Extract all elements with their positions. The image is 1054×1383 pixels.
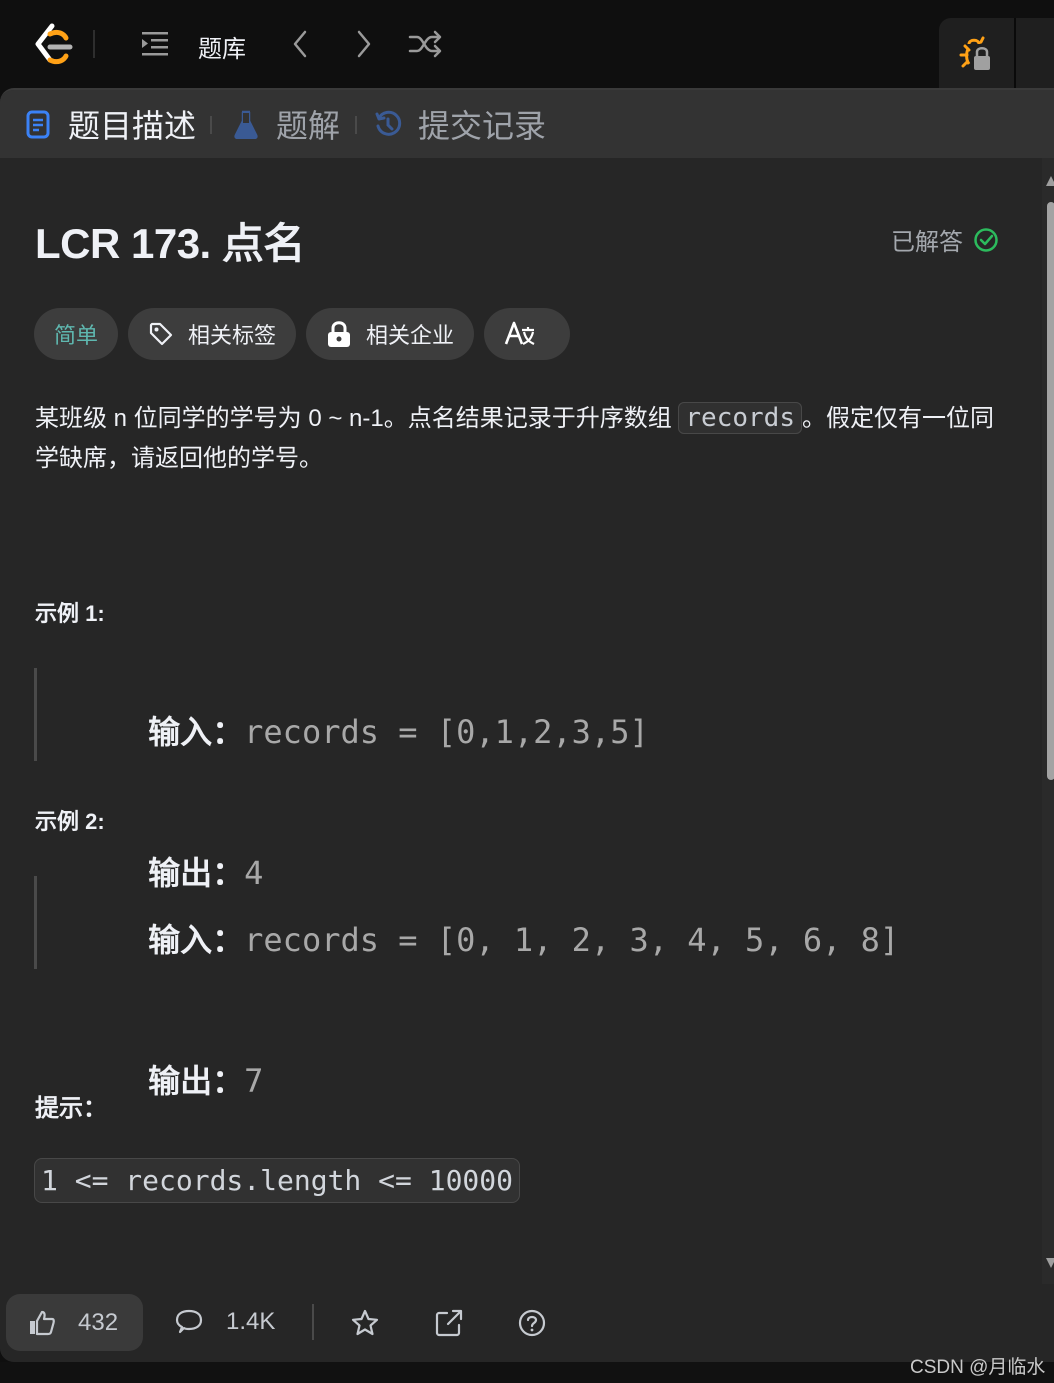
example-1-block: 输入：records = [0,1,2,3,5] 输出：4 — [34, 668, 649, 892]
solved-status: 已解答 — [891, 222, 999, 257]
like-button[interactable]: 432 — [6, 1294, 143, 1351]
chevron-right-icon[interactable] — [350, 28, 378, 60]
problem-bank-link[interactable]: 题库 — [198, 29, 246, 64]
example-2-label: 示例 2: — [35, 809, 105, 834]
tab-separator — [210, 116, 212, 134]
tab-description-label: 题目描述 — [68, 108, 197, 144]
problem-chips: 简单 相关标签 相关企业 — [34, 308, 571, 360]
example-1-input-key: 输入： — [148, 714, 245, 750]
tab-submissions-label: 提交记录 — [418, 108, 547, 144]
debug-button[interactable] — [939, 18, 1014, 93]
tab-submissions[interactable]: 提交记录 — [374, 104, 546, 144]
document-icon — [26, 110, 50, 139]
example-2-output-value: 7 — [244, 1062, 264, 1100]
hints-label: 提示： — [35, 1095, 107, 1122]
bug-lock-icon — [959, 36, 990, 70]
action-divider — [312, 1304, 314, 1340]
star-icon[interactable] — [350, 1308, 380, 1338]
example-2-input-key: 输入： — [148, 922, 245, 958]
example-1-label: 示例 1: — [35, 601, 105, 626]
scroll-down-arrow-icon[interactable] — [1046, 1258, 1054, 1268]
example-1-input-value: records = [0,1,2,3,5] — [244, 713, 649, 751]
tag-icon — [149, 322, 173, 346]
leetcode-logo[interactable] — [30, 22, 76, 68]
chevron-left-icon[interactable] — [286, 28, 314, 60]
comment-icon — [175, 1309, 203, 1334]
flask-icon — [234, 110, 258, 139]
related-companies-button[interactable]: 相关企业 — [306, 308, 475, 360]
comment-count: 1.4K — [226, 1308, 276, 1335]
tab-solutions-label: 题解 — [276, 108, 341, 144]
toolbar-extra — [1016, 18, 1054, 93]
check-circle-icon — [974, 227, 998, 252]
related-tags-label: 相关标签 — [188, 323, 277, 348]
inline-code-records: records — [678, 402, 802, 434]
lock-icon — [328, 321, 351, 347]
scrollbar-thumb[interactable] — [1047, 202, 1054, 780]
translate-icon — [504, 321, 535, 345]
top-nav: 题库 — [0, 0, 1054, 93]
difficulty-badge: 简单 — [34, 308, 119, 360]
problem-panel: 题目描述 题解 提交记录 LCR 173. 点名 已解答 简单 相关标签 相关企… — [0, 88, 1054, 1362]
scroll-up-arrow-icon[interactable] — [1046, 176, 1054, 186]
problem-description: 某班级 n 位同学的学号为 0 ~ n-1。点名结果记录于升序数组 record… — [35, 398, 1015, 479]
history-icon — [375, 110, 402, 136]
tab-description[interactable]: 题目描述 — [24, 104, 196, 144]
example-2-output-key: 输出： — [148, 1063, 245, 1099]
thumbs-up-icon — [30, 1310, 55, 1335]
comments-button[interactable]: 1.4K — [174, 1308, 275, 1336]
example-2-input-value: records = [0, 1, 2, 3, 4, 5, 6, 8] — [244, 921, 900, 959]
share-icon[interactable] — [434, 1308, 464, 1338]
panel-tabs: 题目描述 题解 提交记录 — [0, 90, 1054, 158]
help-icon[interactable] — [517, 1308, 547, 1338]
tab-solutions[interactable]: 题解 — [232, 104, 340, 144]
related-tags-button[interactable]: 相关标签 — [128, 308, 297, 360]
description-text-1: 某班级 n 位同学的学号为 0 ~ n-1。点名结果记录于升序数组 — [35, 405, 679, 432]
watermark: CSDN @月临水 — [910, 1357, 1046, 1378]
nav-divider — [93, 30, 95, 58]
example-2-block: 输入：records = [0, 1, 2, 3, 4, 5, 6, 8] 输出… — [34, 876, 900, 1100]
related-companies-label: 相关企业 — [366, 323, 455, 348]
problem-title[interactable]: LCR 173. 点名 — [35, 210, 305, 271]
bottom-strip — [0, 1362, 1054, 1383]
shuffle-icon[interactable] — [408, 28, 442, 60]
problem-list-icon[interactable] — [140, 30, 170, 58]
constraint-code: 1 <= records.length <= 10000 — [34, 1158, 521, 1203]
problem-content: LCR 173. 点名 已解答 简单 相关标签 相关企业 某班级 n 位同学的学… — [0, 158, 1042, 1268]
action-bar: 432 1.4K — [0, 1284, 1054, 1362]
tab-separator — [355, 116, 357, 134]
translate-button[interactable] — [484, 308, 571, 360]
solved-label: 已解答 — [891, 229, 963, 256]
like-count: 432 — [78, 1308, 119, 1336]
